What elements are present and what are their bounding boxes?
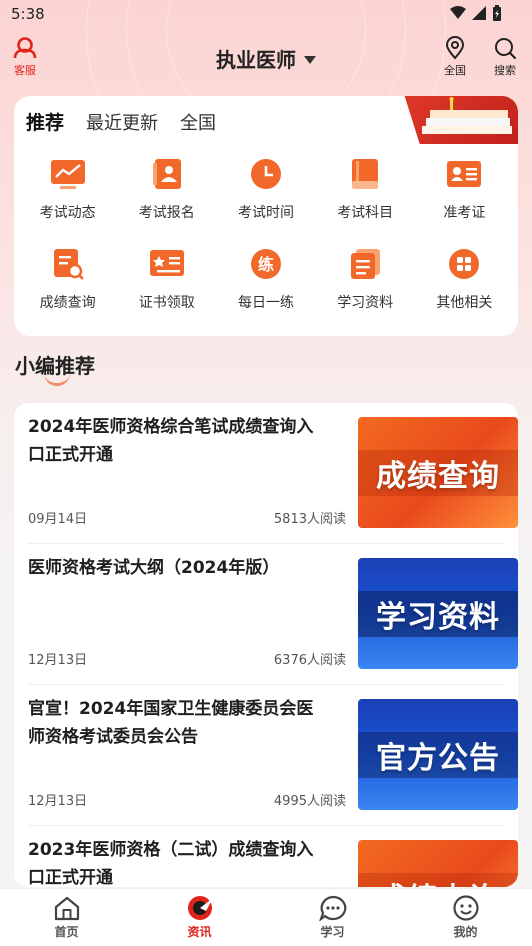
search-icon [495, 38, 517, 60]
grid-item-daily-practice[interactable]: 练 每日一练 [216, 244, 315, 312]
grid-item-exam-news[interactable]: 考试动态 [18, 154, 117, 222]
home-icon [54, 896, 79, 921]
grid-icon [449, 249, 480, 279]
books-banner-image [404, 96, 518, 144]
news-date: 12月13日 [28, 794, 88, 809]
search-label: 搜索 [494, 64, 516, 77]
grid-item-certificate[interactable]: 证书领取 [117, 244, 216, 312]
news-icon [187, 896, 213, 920]
practice-icon: 练 [250, 249, 281, 279]
nav-profile[interactable]: 我的 [399, 889, 532, 946]
news-item[interactable]: 官宣！2024年国家卫生健康委员会医师资格考试委员会公告 12月13日 4995… [28, 685, 518, 826]
signup-icon [152, 159, 181, 189]
news-item[interactable]: 2024年医师资格综合笔试成绩查询入口正式开通 09月14日 5813人阅读 成… [28, 403, 518, 544]
news-thumbnail: 官方公告 [358, 699, 518, 810]
news-thumbnail: 学习资料 [358, 558, 518, 669]
bottom-navigation: 首页 资讯 学习 我的 [0, 888, 532, 946]
chevron-down-icon [304, 55, 316, 64]
news-title: 官宣！2024年国家卫生健康委员会医师资格考试委员会公告 [28, 699, 314, 747]
id-card-icon [447, 161, 482, 187]
news-read-count: 5813人阅读 [273, 512, 346, 527]
region-label: 全国 [444, 64, 466, 77]
grid-item-subjects[interactable]: 考试科目 [316, 154, 415, 222]
materials-icon [351, 249, 381, 279]
nav-home[interactable]: 首页 [0, 889, 133, 946]
news-item[interactable]: 医师资格考试大纲（2024年版） 12月13日 6376人阅读 学习资料 [28, 544, 518, 685]
news-date: 09月14日 [28, 512, 88, 527]
news-read-count: 6376人阅读 [273, 653, 346, 668]
book-icon [352, 159, 379, 189]
shortcut-grid: 考试动态 考试报名 考试时间 考试科目 准考证 成绩查询 证书领取 练 每日一练 [18, 154, 514, 312]
svg-text:练: 练 [258, 255, 274, 274]
status-bar: 5:38 [0, 0, 532, 30]
nav-study[interactable]: 学习 [266, 889, 399, 946]
nav-news-label: 资讯 [187, 925, 212, 939]
grid-item-registration[interactable]: 考试报名 [117, 154, 216, 222]
clock-icon [250, 159, 281, 189]
trend-icon [50, 160, 85, 189]
news-title: 2024年医师资格综合笔试成绩查询入口正式开通 [28, 417, 314, 465]
news-date: 12月13日 [28, 653, 88, 668]
grid-item-study-materials[interactable]: 学习资料 [316, 244, 415, 312]
tab-recommend[interactable]: 推荐 [26, 108, 64, 135]
tab-nationwide[interactable]: 全国 [180, 109, 216, 135]
status-time: 5:38 [11, 5, 45, 23]
battery-icon [493, 5, 501, 21]
grid-item-exam-time[interactable]: 考试时间 [216, 154, 315, 222]
wifi-icon [450, 6, 466, 19]
nav-study-label: 学习 [320, 925, 345, 939]
location-pin-icon [445, 36, 465, 60]
grid-item-admission-ticket[interactable]: 准考证 [415, 154, 514, 222]
search-button[interactable]: 搜索 [493, 36, 517, 78]
page-title: 执业医师 [216, 48, 296, 72]
thumbnail-text: 成绩查询 [376, 874, 500, 888]
tab-recent-updates[interactable]: 最近更新 [86, 109, 158, 135]
nav-news[interactable]: 资讯 [133, 889, 266, 946]
thumbnail-text: 成绩查询 [376, 458, 500, 494]
score-search-icon [53, 249, 84, 280]
news-thumbnail: 成绩查询 [358, 840, 518, 887]
app-header: 客服 执业医师 全国 搜索 [0, 30, 532, 86]
smile-icon [452, 895, 479, 921]
chat-icon [318, 895, 346, 921]
category-card: 推荐 最近更新 全国 考试动态 考试报名 考试时间 考试科目 准考证 成绩查询 [14, 96, 518, 336]
status-icons [450, 5, 502, 21]
grid-item-score-query[interactable]: 成绩查询 [18, 244, 117, 312]
grid-item-other[interactable]: 其他相关 [415, 244, 514, 312]
certificate-icon [149, 250, 184, 276]
nav-home-label: 首页 [54, 925, 79, 939]
books-illustration [422, 97, 512, 134]
thumbnail-text: 学习资料 [376, 599, 500, 635]
news-title: 医师资格考试大纲（2024年版） [28, 558, 280, 578]
thumbnail-text: 官方公告 [376, 740, 500, 776]
region-button[interactable]: 全国 [444, 36, 466, 78]
nav-profile-label: 我的 [453, 925, 478, 939]
news-thumbnail: 成绩查询 [358, 417, 518, 528]
category-tabs: 推荐 最近更新 全国 [26, 108, 216, 135]
news-title: 2023年医师资格（二试）成绩查询入口正式开通 [28, 840, 314, 887]
news-list: 2024年医师资格综合笔试成绩查询入口正式开通 09月14日 5813人阅读 成… [14, 403, 518, 887]
news-item[interactable]: 2023年医师资格（二试）成绩查询入口正式开通 成绩查询 [28, 826, 518, 887]
news-read-count: 4995人阅读 [273, 794, 346, 809]
signal-icon [472, 6, 486, 20]
